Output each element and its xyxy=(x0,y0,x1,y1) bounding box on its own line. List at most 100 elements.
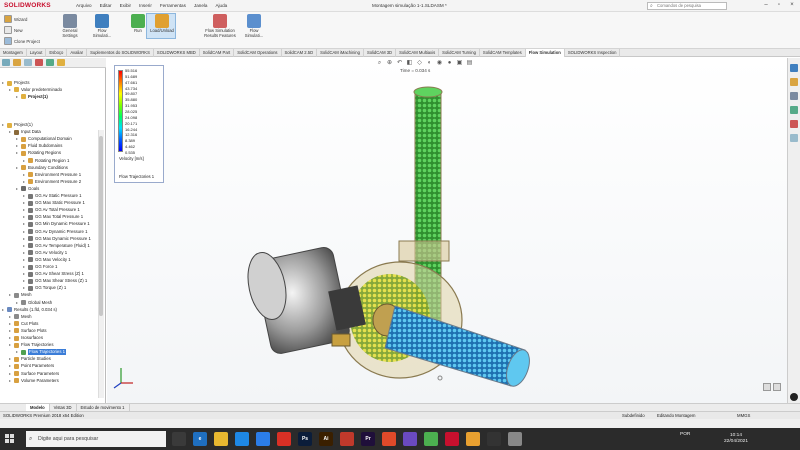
expand-arrow-icon[interactable]: ▸ xyxy=(9,378,12,384)
expand-arrow-icon[interactable]: ▸ xyxy=(16,349,19,355)
expand-arrow-icon[interactable]: ▸ xyxy=(23,221,26,227)
model-tab[interactable]: Modelo xyxy=(26,404,50,411)
command-tab[interactable]: Esboço xyxy=(46,49,68,57)
expand-arrow-icon[interactable]: ▸ xyxy=(2,307,5,313)
windows-start-icon[interactable] xyxy=(5,434,15,444)
taskbar-app-icon[interactable] xyxy=(340,432,354,446)
tree-item[interactable]: ▸ Rotating Region 1 xyxy=(23,158,69,164)
expand-arrow-icon[interactable]: ▸ xyxy=(9,328,12,334)
status-units[interactable]: MMGS xyxy=(737,413,750,418)
zoom-to-fit-icon[interactable]: ⌕ xyxy=(376,60,383,67)
expand-arrow-icon[interactable]: ▸ xyxy=(23,229,26,235)
property-manager-icon[interactable] xyxy=(13,59,21,66)
hide-show-icon[interactable]: ◉ xyxy=(436,60,443,67)
expand-arrow-icon[interactable]: ▸ xyxy=(23,158,26,164)
view-settings-icon[interactable]: ▤ xyxy=(466,60,473,67)
menu-item[interactable]: Exibir xyxy=(120,3,132,8)
expand-arrow-icon[interactable]: ▸ xyxy=(23,236,26,242)
taskbar-clock[interactable]: 10:14 22/04/2021 xyxy=(724,433,748,445)
tree-item[interactable]: ▸ Fluid Subdomains xyxy=(16,143,62,149)
tree-item[interactable]: ▸ Global Mesh xyxy=(16,300,52,306)
tray-language[interactable]: POR xyxy=(680,432,690,437)
ribbon-button[interactable]: Clone Project xyxy=(4,37,40,45)
command-tab[interactable]: Avaliar xyxy=(67,49,88,57)
taskbar-app-icon[interactable] xyxy=(382,432,396,446)
expand-arrow-icon[interactable]: ▸ xyxy=(23,172,26,178)
tree-item[interactable]: ▸ GG Av Temperature (Fluid) 1 xyxy=(23,243,90,249)
menu-item[interactable]: Inserir xyxy=(139,3,152,8)
expand-arrow-icon[interactable]: ▸ xyxy=(9,335,12,341)
command-tab[interactable]: SolidCAM Templates xyxy=(480,49,526,57)
expand-arrow-icon[interactable]: ▸ xyxy=(23,264,26,270)
command-tab[interactable]: Montagem xyxy=(0,49,27,57)
expand-arrow-icon[interactable]: ▸ xyxy=(9,342,12,348)
taskbar-app-icon[interactable] xyxy=(508,432,522,446)
flow-analysis-tree-icon[interactable] xyxy=(46,59,54,66)
expand-arrow-icon[interactable]: ▸ xyxy=(9,87,12,93)
ribbon-big-button[interactable]: General Settings xyxy=(56,14,84,38)
expand-arrow-icon[interactable]: ▸ xyxy=(16,150,19,156)
tree-item[interactable]: ▸ GG Max Dynamic Pressure 1 xyxy=(23,236,91,242)
expand-arrow-icon[interactable]: ▸ xyxy=(9,356,12,362)
tree-item[interactable]: ▸ Cut Plots xyxy=(9,321,38,327)
expand-arrow-icon[interactable]: ▸ xyxy=(9,321,12,327)
feature-manager-icon[interactable] xyxy=(2,59,10,66)
taskbar-app-icon[interactable] xyxy=(445,432,459,446)
expand-arrow-icon[interactable]: ▸ xyxy=(23,243,26,249)
tree-item[interactable]: ▸ Projects xyxy=(2,80,30,86)
view-palette-icon[interactable] xyxy=(790,106,798,114)
close-button[interactable]: × xyxy=(786,1,798,10)
tree-item[interactable]: ▸ Project(1) xyxy=(16,94,48,100)
file-explorer-icon[interactable] xyxy=(790,92,798,100)
tree-item[interactable]: ▸ Flow Trajectories 1 xyxy=(16,349,67,356)
tree-item[interactable]: ▸ Particle Studies xyxy=(9,356,51,362)
expand-arrow-icon[interactable]: ▸ xyxy=(16,143,19,149)
display-style-icon[interactable]: ◐ xyxy=(426,60,433,67)
command-tab[interactable]: Layout xyxy=(27,49,47,57)
expand-arrow-icon[interactable]: ▸ xyxy=(23,179,26,185)
appearance-icon[interactable] xyxy=(57,59,65,66)
play-icon[interactable] xyxy=(790,393,798,401)
expand-arrow-icon[interactable]: ▸ xyxy=(23,214,26,220)
taskbar-app-icon[interactable] xyxy=(277,432,291,446)
expand-arrow-icon[interactable]: ▸ xyxy=(23,193,26,199)
search-commands-input[interactable]: ⌕ Comandos de pesquisa xyxy=(647,2,727,10)
command-tab[interactable]: SolidCAM Operations xyxy=(234,49,282,57)
tree-item[interactable]: ▸ Environment Pressure 1 xyxy=(23,172,81,178)
tree-item[interactable]: ▸ Surface Parameters xyxy=(9,371,59,377)
tree-item[interactable]: ▸ GG Min Dynamic Pressure 1 xyxy=(23,221,90,227)
tree-item[interactable]: ▸ Mesh xyxy=(9,314,32,320)
tree-item[interactable]: ▸ Mesh xyxy=(9,292,32,298)
taskbar-app-icon[interactable]: Ps xyxy=(298,432,312,446)
tree-item[interactable]: ▸ Point Parameters xyxy=(9,363,54,369)
resources-icon[interactable] xyxy=(790,64,798,72)
command-tab[interactable]: SolidCAM 2.5D xyxy=(282,49,318,57)
command-tab[interactable]: SolidCAM Turning xyxy=(439,49,480,57)
appearances-icon[interactable] xyxy=(790,120,798,128)
taskbar-app-icon[interactable] xyxy=(403,432,417,446)
expand-arrow-icon[interactable]: ▸ xyxy=(16,136,19,142)
taskbar-search-input[interactable]: ⌕ Digite aqui para pesquisar xyxy=(26,431,166,447)
expand-arrow-icon[interactable]: ▸ xyxy=(23,257,26,263)
tree-item[interactable]: ▸ Goals xyxy=(16,186,39,192)
tree-item[interactable]: ▸ Boundary Conditions xyxy=(16,165,68,171)
tree-item[interactable]: ▸ GG Torque (Z) 1 xyxy=(23,285,66,291)
tree-scrollbar-thumb[interactable] xyxy=(99,136,103,316)
graphics-viewport[interactable] xyxy=(107,58,787,403)
ribbon-button[interactable]: Wizard xyxy=(4,15,27,23)
taskbar-app-icon[interactable] xyxy=(466,432,480,446)
appearance-icon[interactable]: ● xyxy=(446,60,453,67)
solidworks-logo[interactable]: SOLIDWORKS xyxy=(4,2,51,9)
tree-item[interactable]: ▸ GG Av Shear Stress (Z) 1 xyxy=(23,271,84,277)
expand-arrow-icon[interactable]: ▸ xyxy=(23,271,26,277)
view-orientation-icon[interactable]: ◇ xyxy=(416,60,423,67)
tree-item[interactable]: ▸ GG Max Velocity 1 xyxy=(23,257,71,263)
expand-arrow-icon[interactable]: ▸ xyxy=(16,186,19,192)
command-tab[interactable]: SolidCAM 3D xyxy=(364,49,397,57)
scene-icon[interactable]: ▣ xyxy=(456,60,463,67)
taskbar-app-icon[interactable] xyxy=(235,432,249,446)
tree-item[interactable]: ▸ Volume Parameters xyxy=(9,378,59,384)
expand-arrow-icon[interactable]: ▸ xyxy=(16,300,19,306)
taskbar-app-icon[interactable] xyxy=(487,432,501,446)
tree-item[interactable]: ▸ Surface Plots xyxy=(9,328,47,334)
